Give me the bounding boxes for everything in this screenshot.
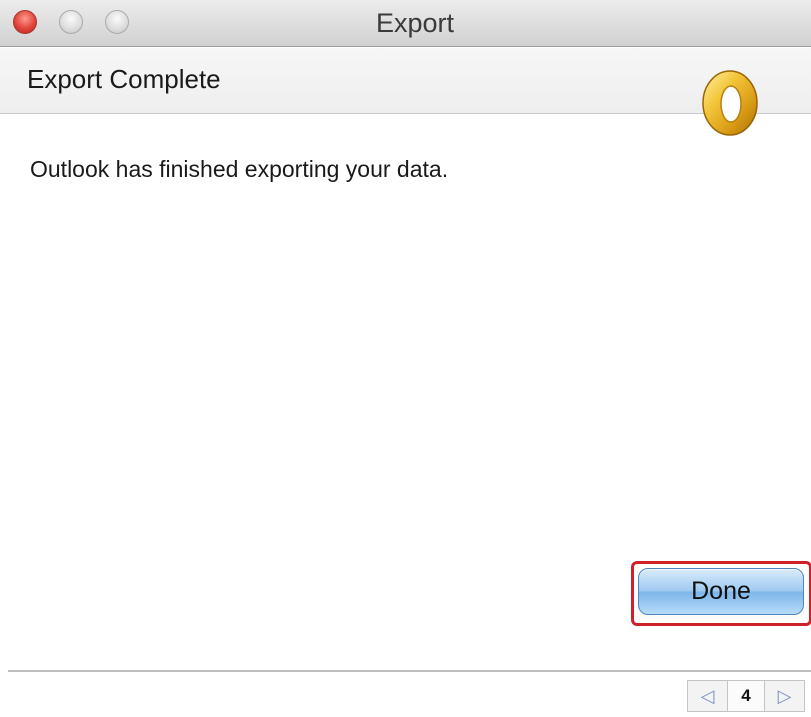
previous-page-button[interactable]: ◁ — [688, 681, 727, 711]
page-title: Export Complete — [27, 64, 221, 94]
status-message: Outlook has finished exporting your data… — [30, 156, 449, 182]
page-number: 4 — [727, 681, 765, 711]
page-navigator: ◁ 4 ▷ — [687, 680, 805, 712]
window-title: Export — [375, 8, 455, 38]
outlook-logo-icon — [702, 70, 758, 136]
footer-divider — [8, 670, 811, 672]
title-bar: Export — [0, 0, 811, 47]
triangle-left-icon: ◁ — [700, 685, 715, 706]
done-button[interactable]: Done — [638, 568, 804, 615]
dialog-header: Export Complete — [0, 48, 811, 114]
triangle-right-icon: ▷ — [777, 685, 792, 706]
next-page-button[interactable]: ▷ — [765, 681, 804, 711]
